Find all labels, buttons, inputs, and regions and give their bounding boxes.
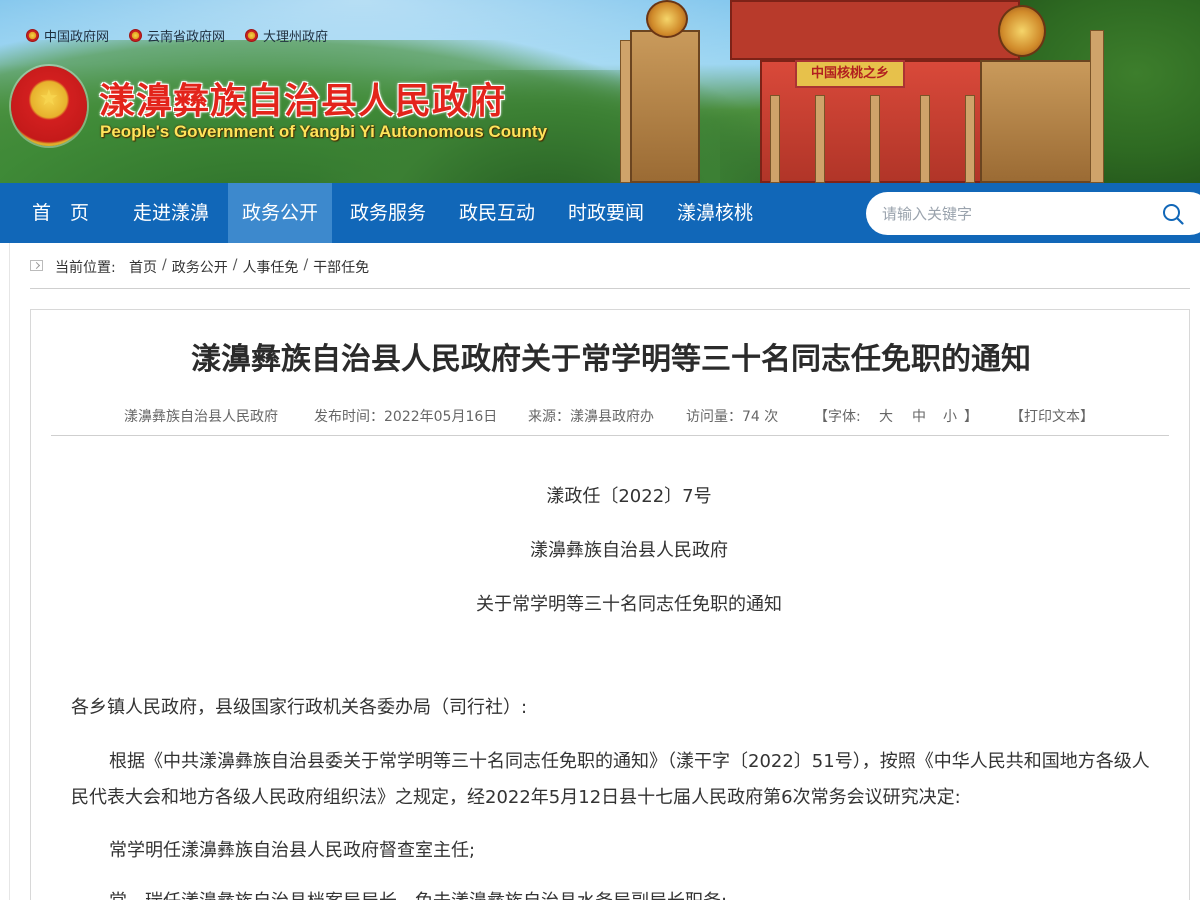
header-banner: 中国核桃之乡 中国政府网 云南省政府网 大理州政府 ★ 漾濞彝族自治县人民政府 … xyxy=(0,0,1200,183)
nav-item-services[interactable]: 政务服务 xyxy=(336,183,440,243)
search-box xyxy=(866,192,1200,235)
top-link-gov-cn[interactable]: 中国政府网 xyxy=(26,26,109,45)
article-panel: 漾濞彝族自治县人民政府关于常学明等三十名同志任免职的通知 漾濞彝族自治县人民政府… xyxy=(30,309,1190,900)
emblem-icon xyxy=(129,29,143,42)
search-icon[interactable] xyxy=(1162,203,1184,225)
top-link-dali[interactable]: 大理州政府 xyxy=(245,26,328,45)
emblem-icon xyxy=(245,29,259,42)
top-links: 中国政府网 云南省政府网 大理州政府 xyxy=(26,26,328,45)
doc-paragraph-3: 常 瑞任漾濞彝族自治县档案局局长，免去漾濞彝族自治县水务局副局长职务; xyxy=(71,884,1151,900)
nav-item-home[interactable]: 首 页 xyxy=(18,183,103,243)
meta-publish-time: 发布时间：2022年05月16日 xyxy=(314,409,498,425)
meta-publisher: 漾濞彝族自治县人民政府 xyxy=(124,409,278,425)
doc-subject: 关于常学明等三十名同志任免职的通知 xyxy=(476,594,782,615)
font-size-large-button[interactable]: 大 xyxy=(879,406,893,426)
location-arrow-icon xyxy=(30,260,43,271)
doc-number: 漾政任〔2022〕7号 xyxy=(546,486,712,507)
breadcrumb: 当前位置: 首页 / 政务公开 / 人事任免 / 干部任免 xyxy=(30,251,1190,289)
meta-visits: 访问量：74 次 xyxy=(686,409,779,425)
font-size-label: 【字体: xyxy=(814,409,861,425)
breadcrumb-item-personnel[interactable]: 人事任免 xyxy=(242,257,298,277)
font-size-medium-button[interactable]: 中 xyxy=(912,406,926,426)
doc-paragraph-2: 常学明任漾濞彝族自治县人民政府督查室主任; xyxy=(109,840,476,861)
site-subtitle: People's Government of Yangbi Yi Autonom… xyxy=(100,122,548,141)
breadcrumb-item-appointments[interactable]: 干部任免 xyxy=(313,257,369,277)
search-input[interactable] xyxy=(882,192,1152,235)
meta-divider xyxy=(51,435,1169,436)
doc-salutation: 各乡镇人民政府，县级国家行政机关各委办局（司行社）: xyxy=(71,697,528,718)
top-link-yunnan[interactable]: 云南省政府网 xyxy=(129,26,225,45)
nav-item-news[interactable]: 时政要闻 xyxy=(554,183,658,243)
page-left-edge xyxy=(0,243,10,900)
nav-item-walnut[interactable]: 漾濞核桃 xyxy=(663,183,767,243)
breadcrumb-item-gov-affairs[interactable]: 政务公开 xyxy=(172,257,228,277)
font-size-close: 】 xyxy=(964,409,978,425)
national-emblem-logo: ★ xyxy=(11,66,87,146)
breadcrumb-label: 当前位置: xyxy=(55,260,116,276)
nav-item-interaction[interactable]: 政民互动 xyxy=(445,183,549,243)
print-button[interactable]: 【打印文本】 xyxy=(1010,406,1094,426)
article-title: 漾濞彝族自治县人民政府关于常学明等三十名同志任免职的通知 xyxy=(191,342,1031,377)
banner-gate-image: 中国核桃之乡 xyxy=(620,0,1120,183)
font-size-small-button[interactable]: 小 xyxy=(943,406,957,426)
site-title: 漾濞彝族自治县人民政府 xyxy=(99,80,507,122)
breadcrumb-trail: 首页 / 政务公开 / 人事任免 / 干部任免 xyxy=(129,257,370,277)
meta-source: 来源：漾濞县政府办 xyxy=(528,409,654,425)
doc-issuer: 漾濞彝族自治县人民政府 xyxy=(530,540,728,561)
gate-plaque: 中国核桃之乡 xyxy=(795,60,905,88)
nav-item-gov-affairs[interactable]: 政务公开 xyxy=(228,183,333,243)
nav-item-about[interactable]: 走进漾濞 xyxy=(119,183,223,243)
breadcrumb-item-home[interactable]: 首页 xyxy=(129,257,157,277)
emblem-icon xyxy=(26,29,39,42)
doc-paragraph-1: 根据《中共漾濞彝族自治县委关于常学明等三十名同志任免职的通知》（漾干字〔2022… xyxy=(71,751,1150,808)
